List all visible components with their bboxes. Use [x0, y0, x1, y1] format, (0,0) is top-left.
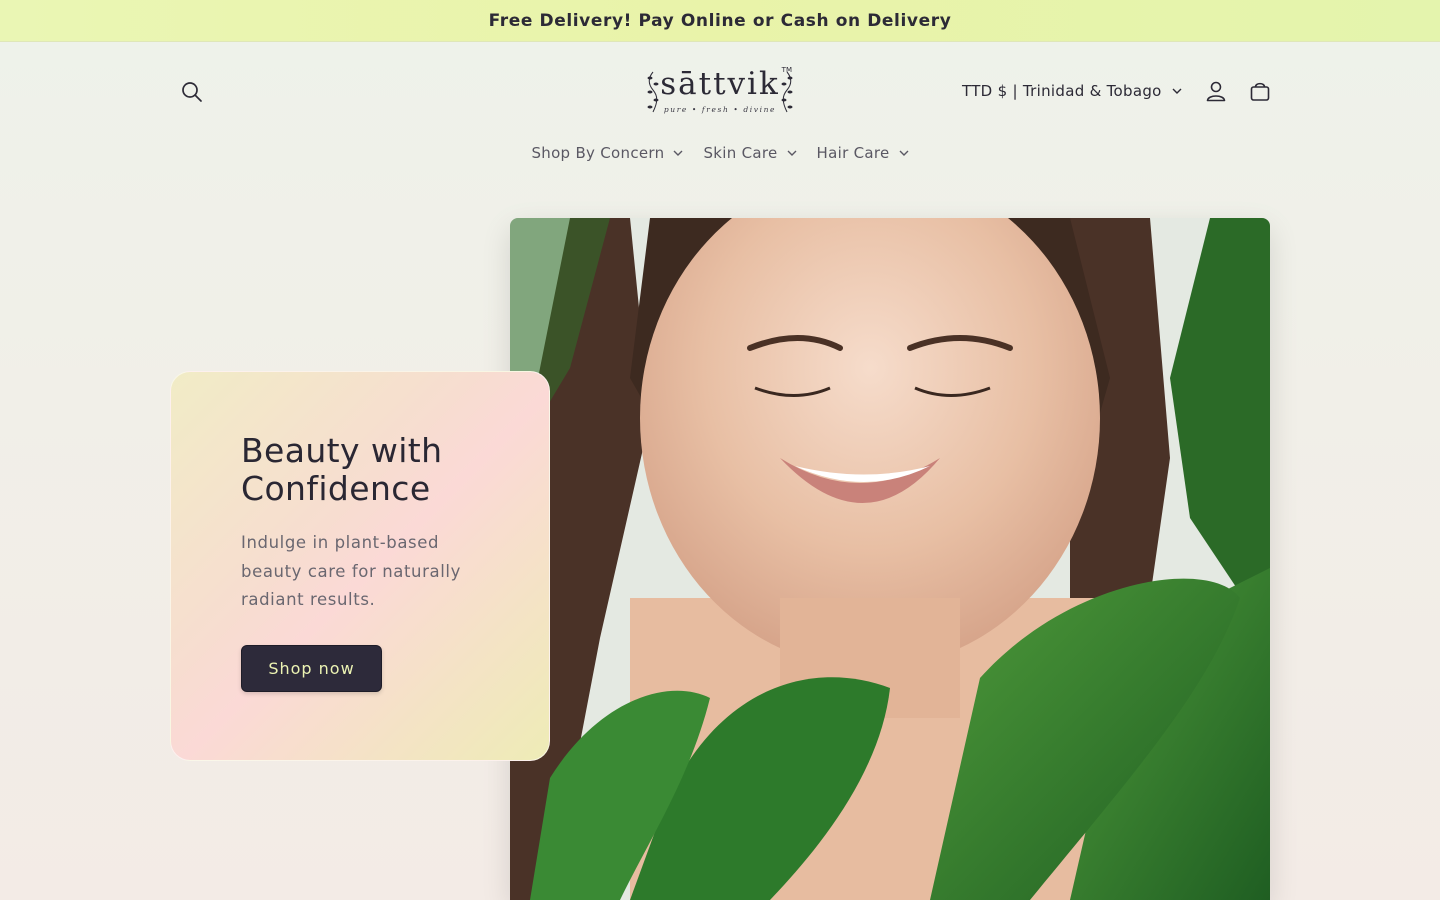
hero-description: Indulge in plant-based beauty care for n…	[241, 533, 461, 609]
account-icon	[1206, 81, 1226, 102]
shop-now-button[interactable]: Shop now	[241, 645, 382, 692]
chevron-down-icon	[899, 150, 909, 156]
nav-item-hair-care[interactable]: Hair Care	[807, 144, 919, 162]
nav-item-label: Skin Care	[703, 144, 778, 162]
currency-label: TTD $ | Trinidad & Tobago	[962, 82, 1162, 100]
leaf-ornament-icon	[647, 71, 659, 113]
search-button[interactable]	[172, 72, 212, 112]
hero-content-card: Beauty with Confidence Indulge in plant-…	[170, 371, 550, 761]
cart-icon	[1250, 82, 1270, 101]
nav-item-label: Shop By Concern	[531, 144, 665, 162]
nav-item-skin-care[interactable]: Skin Care	[693, 144, 806, 162]
account-button[interactable]	[1196, 71, 1236, 111]
search-icon	[182, 82, 202, 102]
currency-selector[interactable]: TTD $ | Trinidad & Tobago	[962, 75, 1182, 107]
hero-title: Beauty with Confidence	[241, 431, 443, 508]
announcement-text: Free Delivery! Pay Online or Cash on Del…	[488, 10, 952, 31]
main-navigation: Shop By Concern Skin Care Hair Care	[0, 135, 1440, 171]
hero-image	[510, 218, 1270, 900]
site-header: sāttvik pure • fresh • divine TM TTD $ |…	[0, 42, 1440, 182]
chevron-down-icon	[787, 150, 797, 156]
logo-wordmark: sāttvik	[660, 65, 780, 102]
announcement-bar: Free Delivery! Pay Online or Cash on Del…	[0, 0, 1440, 42]
chevron-down-icon	[1172, 88, 1182, 94]
cart-button[interactable]	[1240, 71, 1280, 111]
hero-photo-illustration	[510, 218, 1270, 900]
shop-now-label: Shop now	[268, 659, 355, 678]
brand-logo[interactable]: sāttvik pure • fresh • divine TM	[640, 62, 800, 120]
nav-item-label: Hair Care	[816, 144, 890, 162]
leaf-ornament-icon	[781, 71, 793, 113]
nav-item-shop-by-concern[interactable]: Shop By Concern	[521, 144, 693, 162]
logo-tagline: pure • fresh • divine	[663, 104, 777, 114]
chevron-down-icon	[673, 150, 683, 156]
trademark-mark: TM	[781, 66, 792, 74]
